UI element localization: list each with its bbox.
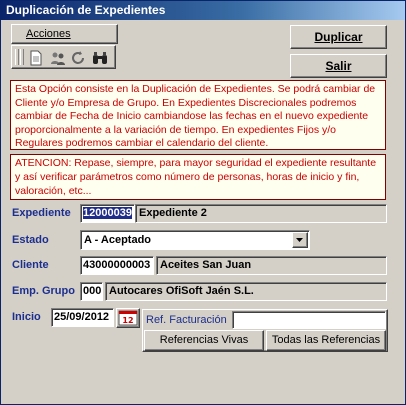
expediente-code-value: 12000039: [83, 207, 132, 219]
emp-grupo-label: Emp. Grupo: [12, 285, 75, 297]
salir-label: Salir: [325, 59, 352, 73]
calendar-button[interactable]: 12: [116, 308, 140, 328]
toolbar-grip: [15, 49, 19, 65]
estado-select[interactable]: A - Aceptado: [80, 230, 310, 250]
ref-facturacion-input[interactable]: [232, 311, 386, 329]
window-title: Duplicación de Expedientes: [1, 1, 405, 20]
todas-referencias-button[interactable]: Todas las Referencias: [266, 330, 386, 351]
toolbar-grip: [20, 49, 24, 65]
cliente-name-field: Aceites San Juan: [156, 256, 387, 275]
cliente-code-field[interactable]: 43000000003: [80, 256, 154, 275]
refresh-icon[interactable]: [70, 50, 86, 66]
ref-facturacion-label: Ref. Facturación: [146, 314, 227, 326]
info-panel: Esta Opción consiste en la Duplicación d…: [10, 80, 386, 150]
estado-value: A - Aceptado: [84, 234, 152, 246]
duplicar-button[interactable]: Duplicar: [290, 25, 387, 49]
expediente-code-field[interactable]: 12000039: [80, 204, 135, 223]
inicio-label: Inicio: [12, 311, 41, 323]
document-icon[interactable]: [28, 50, 44, 66]
expediente-label: Expediente: [12, 207, 71, 219]
estado-dropdown-button[interactable]: [292, 232, 308, 248]
duplicar-label: Duplicar: [314, 30, 363, 44]
calendar-icon: 12: [118, 310, 138, 326]
warning-panel: ATENCION: Repase, siempre, para mayor se…: [10, 154, 386, 200]
referencias-vivas-button[interactable]: Referencias Vivas: [144, 330, 264, 351]
salir-button[interactable]: Salir: [290, 54, 387, 78]
people-icon[interactable]: [50, 50, 66, 66]
svg-text:12: 12: [122, 316, 133, 325]
tab-acciones[interactable]: Acciones: [11, 24, 118, 44]
emp-grupo-code-field[interactable]: 000: [80, 282, 103, 301]
chevron-down-icon: [296, 238, 303, 242]
emp-grupo-name-field: Autocares OfiSoft Jaén S.L.: [105, 282, 387, 301]
expediente-name-field: Expediente 2: [135, 204, 387, 223]
binoculars-icon[interactable]: [92, 50, 108, 66]
inicio-date-field[interactable]: 25/09/2012: [51, 308, 114, 327]
duplicacion-window: Duplicación de Expedientes Acciones Dupl…: [0, 0, 406, 405]
toolbar: [11, 45, 116, 69]
estado-label: Estado: [12, 234, 49, 246]
cliente-label: Cliente: [12, 259, 49, 271]
